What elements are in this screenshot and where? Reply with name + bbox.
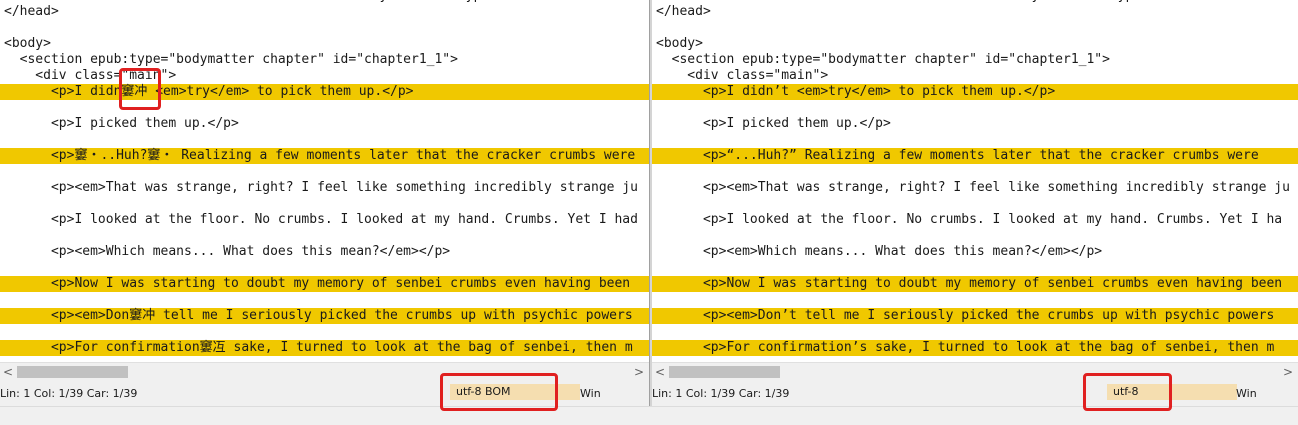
right-editor-pane[interactable]: <link href="../Text/Reader/reader.css" f… bbox=[652, 0, 1298, 406]
code-line: <p>I picked them up.</p> bbox=[656, 116, 891, 131]
scroll-left-icon[interactable]: < bbox=[652, 363, 668, 381]
scroll-right-icon[interactable]: > bbox=[631, 363, 647, 381]
annotation-box-mojibake bbox=[119, 68, 161, 110]
code-line: </head> bbox=[4, 4, 59, 19]
code-line: <p>I looked at the floor. No crumbs. I l… bbox=[4, 212, 638, 227]
code-line: <p><em>Don窶冲 tell me I seriously picked … bbox=[0, 308, 649, 324]
code-line: <p>I didn窶冲 <em>try</em> to pick them up… bbox=[0, 84, 649, 100]
left-editor-pane[interactable]: <link href="../Text/Reader/reader.css" f… bbox=[0, 0, 649, 406]
code-line: <p>I didn’t <em>try</em> to pick them up… bbox=[652, 84, 1298, 100]
code-line: <p>Now I was starting to doubt my memory… bbox=[0, 276, 649, 292]
code-line: <section epub:type="bodymatter chapter" … bbox=[4, 52, 458, 67]
horizontal-scrollbar[interactable]: < > bbox=[652, 362, 1298, 381]
code-line: <p>For confirmation’s sake, I turned to … bbox=[652, 340, 1298, 356]
code-line: <p><em>That was strange, right? I feel l… bbox=[656, 180, 1290, 195]
code-line: </head> bbox=[656, 4, 711, 19]
annotation-box-right-encoding bbox=[1083, 373, 1172, 411]
scroll-right-icon[interactable]: > bbox=[1280, 363, 1296, 381]
code-line: <p><em>Don’t tell me I seriously picked … bbox=[652, 308, 1298, 324]
code-line: <div class="main"> bbox=[4, 68, 177, 83]
code-line: <p>I looked at the floor. No crumbs. I l… bbox=[656, 212, 1283, 227]
code-line: <p><em>Which means... What does this mea… bbox=[4, 244, 451, 259]
code-line: <section epub:type="bodymatter chapter" … bbox=[656, 52, 1110, 67]
cursor-position: Lin: 1 Col: 1/39 Car: 1/39 bbox=[0, 387, 138, 400]
code-line: <body> bbox=[4, 36, 51, 51]
code-line: <p>“...Huh?” Realizing a few moments lat… bbox=[652, 148, 1298, 164]
code-line: <div class="main"> bbox=[656, 68, 829, 83]
annotation-box-left-encoding bbox=[440, 373, 558, 411]
code-line: <p><em>That was strange, right? I feel l… bbox=[4, 180, 638, 195]
line-ending-label[interactable]: Win bbox=[1236, 387, 1257, 400]
code-line: <p>窶・..Huh?窶・ Realizing a few moments la… bbox=[0, 148, 649, 164]
code-area[interactable]: <link href="../Text/Reader/reader.css" f… bbox=[652, 0, 1298, 362]
code-line: <p><em>Which means... What does this mea… bbox=[656, 244, 1103, 259]
scroll-left-icon[interactable]: < bbox=[0, 363, 16, 381]
line-ending-label[interactable]: Win bbox=[580, 387, 601, 400]
code-line: <p>Now I was starting to doubt my memory… bbox=[652, 276, 1298, 292]
scrollbar-thumb[interactable] bbox=[17, 366, 128, 378]
scrollbar-thumb[interactable] bbox=[669, 366, 780, 378]
cursor-position: Lin: 1 Col: 1/39 Car: 1/39 bbox=[652, 387, 790, 400]
status-bar: Lin: 1 Col: 1/39 Car: 1/39 utf-8 Win bbox=[652, 380, 1298, 406]
code-line: <p>For confirmation窶冱 sake, I turned to … bbox=[0, 340, 649, 356]
code-line: <body> bbox=[656, 36, 703, 51]
code-area[interactable]: <link href="../Text/Reader/reader.css" f… bbox=[0, 0, 649, 362]
code-line: <p>I picked them up.</p> bbox=[4, 116, 239, 131]
